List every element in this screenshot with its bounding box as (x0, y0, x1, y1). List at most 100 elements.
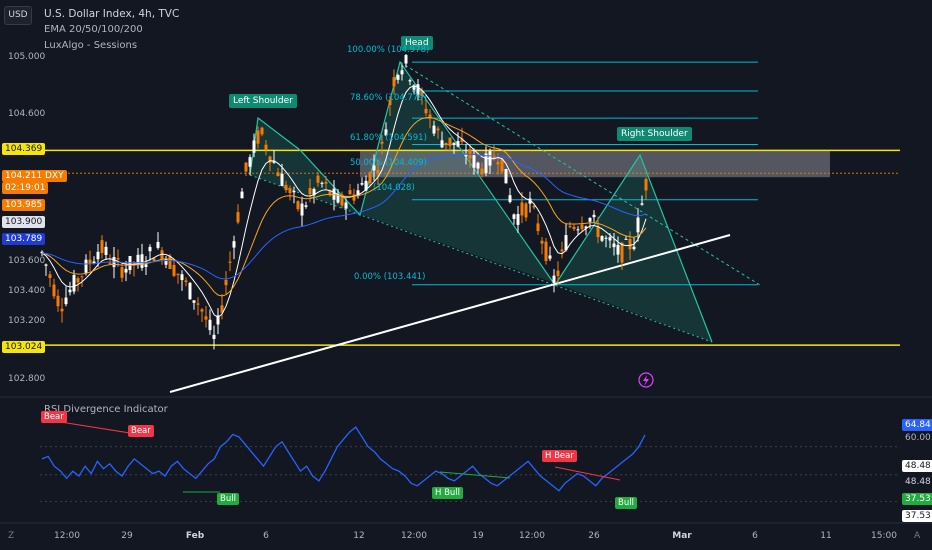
rsi-value: 37.53 (902, 493, 932, 505)
candle-body (116, 258, 120, 260)
fib-label: 50.00% (104.409) (350, 158, 427, 168)
candle-body (348, 190, 352, 195)
candle-body (604, 237, 608, 239)
candle-body (260, 127, 264, 135)
time-tick: 12:00 (519, 531, 545, 541)
candle-body (136, 254, 140, 264)
candle-body (408, 80, 412, 82)
candle-body (164, 258, 168, 265)
candle-body (456, 141, 460, 147)
time-tick: 26 (588, 531, 600, 541)
left-shoulder-label: Left Shoulder (229, 94, 297, 108)
price-tick: 103.400 (8, 286, 46, 296)
rsi-divergence-line (554, 466, 621, 481)
candle-body (516, 214, 520, 225)
candle-body (188, 282, 192, 300)
rsi-bear-signal: Bear (128, 425, 154, 437)
rsi-level: 60.00 (905, 433, 931, 443)
alert-lightning-icon-glyph (643, 375, 649, 386)
price-tick: 103.200 (8, 316, 46, 326)
candle-body (200, 309, 204, 312)
right-shoulder-label: Right Shoulder (617, 127, 692, 141)
rsi-value: 48.48 (902, 476, 932, 488)
candle-body (208, 319, 212, 331)
time-tick: 29 (121, 531, 133, 541)
candle-body (204, 316, 208, 320)
candle-body (480, 168, 484, 175)
candle-body (168, 255, 172, 270)
candle-body (432, 125, 436, 134)
fib-label: 61.80% (104.591) (350, 133, 427, 143)
candle-body (508, 195, 512, 203)
candle-body (176, 273, 180, 275)
candle-body (192, 300, 196, 303)
price-tick: 103.600 (8, 256, 46, 266)
candle-body (520, 202, 524, 216)
candle-body (256, 130, 260, 144)
auto-scale-toggle[interactable]: A (914, 531, 920, 541)
candle-body (484, 153, 488, 174)
candle-body (376, 169, 380, 174)
ema-badge: 103.985 (2, 199, 46, 211)
candle-body (120, 267, 124, 278)
candle-body (616, 244, 620, 255)
rsi-bull-signal: Bull (615, 497, 637, 509)
timezone-toggle[interactable]: Z (8, 531, 14, 541)
price-tick: 104.600 (8, 109, 46, 119)
candle-body (124, 268, 128, 273)
candle-body (96, 251, 100, 260)
lower-level-badge: 103.024 (2, 341, 46, 353)
candle-body (104, 246, 108, 255)
ema-badge: 103.789 (2, 233, 46, 245)
candle-body (244, 162, 248, 172)
candle-body (624, 238, 628, 240)
candle-body (444, 142, 448, 146)
candle-body (424, 108, 428, 114)
supply-zone (360, 150, 830, 178)
candle-body (620, 242, 624, 263)
candle-body (580, 224, 584, 230)
rsi-value: 48.48 (902, 460, 932, 472)
candle-body (292, 191, 296, 193)
candle-body (556, 270, 560, 276)
candle-body (360, 183, 364, 185)
time-tick: 19 (472, 531, 484, 541)
candle-body (88, 259, 92, 264)
candle-body (524, 203, 528, 218)
candle-body (48, 274, 52, 278)
candle-body (276, 172, 280, 177)
candle-body (232, 241, 236, 248)
candle-body (156, 241, 160, 248)
candle-body (60, 308, 64, 312)
candle-body (496, 161, 500, 165)
candle-body (576, 229, 580, 231)
candle-body (144, 264, 148, 267)
fib-label: (104.028) (373, 183, 415, 193)
candle-body (284, 184, 288, 191)
candle-body (636, 217, 640, 233)
candle-body (100, 240, 104, 253)
rsi-bull-signal: Bull (217, 493, 239, 505)
time-tick: 11 (820, 531, 832, 541)
candle-body (540, 240, 544, 244)
candle-body (56, 295, 60, 307)
candle-body (184, 280, 188, 283)
candle-body (248, 157, 252, 167)
price-tick: 102.800 (8, 374, 46, 384)
candle-body (552, 275, 556, 283)
candle-body (504, 169, 508, 184)
candle-body (452, 142, 456, 145)
pattern-area (250, 62, 712, 342)
time-tick: 6 (263, 531, 269, 541)
price-chart[interactable] (0, 0, 932, 550)
candle-body (84, 259, 88, 273)
candle-body (212, 334, 216, 339)
candle-body (464, 154, 468, 157)
rsi-hbull-signal: H Bull (432, 487, 464, 499)
candle-body (308, 188, 312, 195)
candle-body (240, 191, 244, 199)
candle-body (392, 77, 396, 87)
candle-body (640, 203, 644, 205)
candle-body (600, 235, 604, 241)
candle-body (536, 223, 540, 232)
